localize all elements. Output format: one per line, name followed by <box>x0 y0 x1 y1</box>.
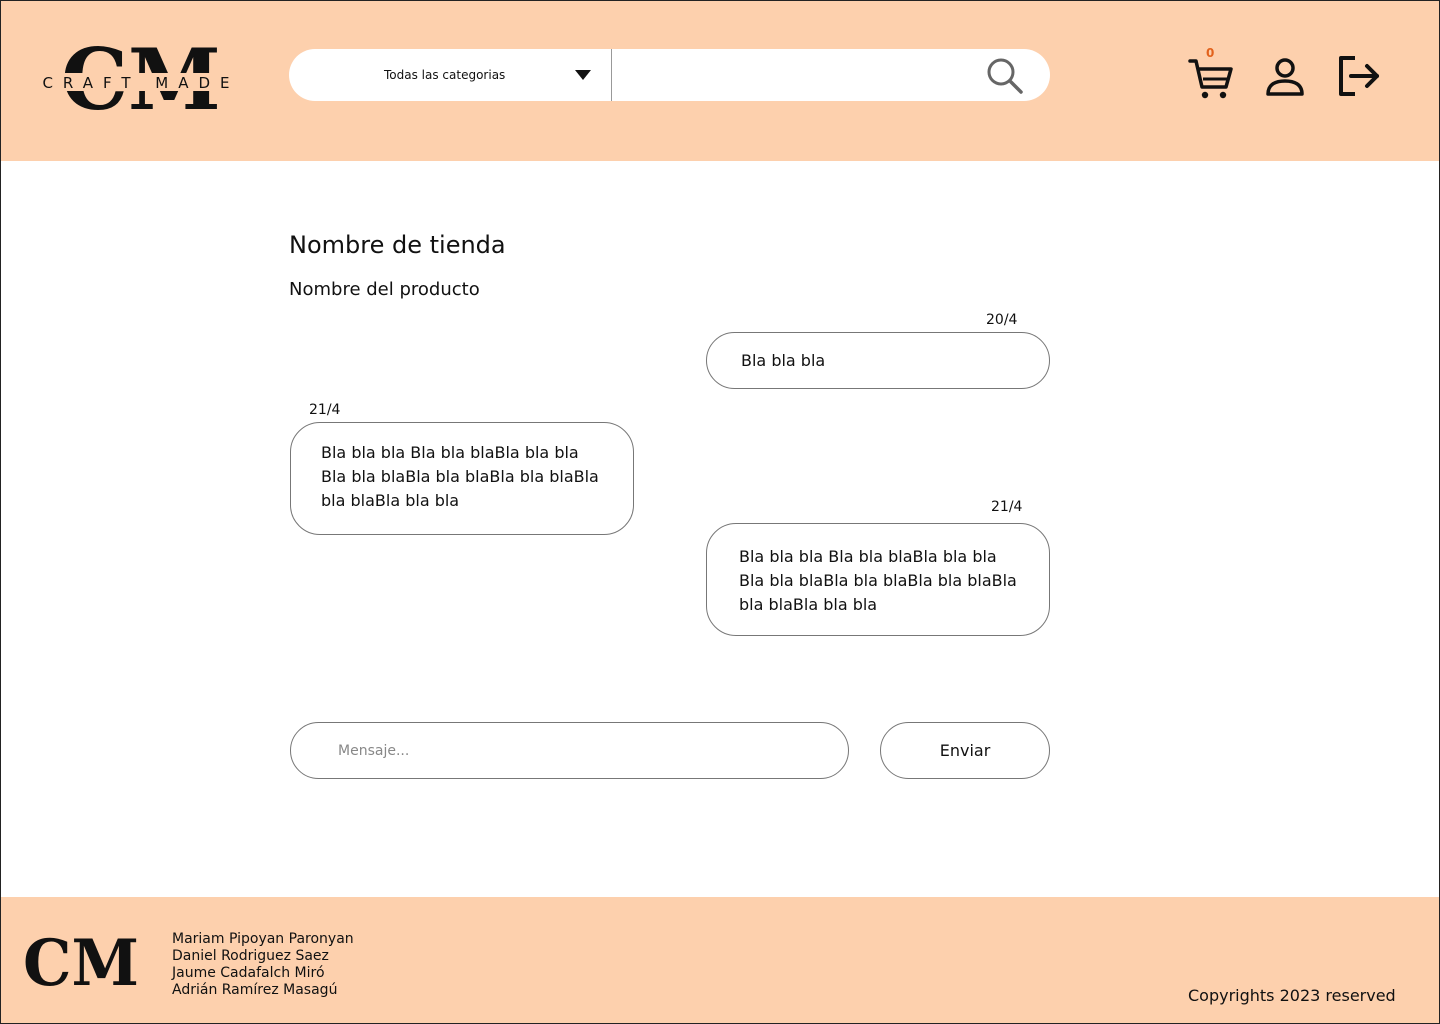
search-bar: Todas las categorias <box>289 49 1050 101</box>
send-button[interactable]: Enviar <box>880 722 1050 779</box>
logo-graphic: CM CRAFT MADE <box>41 30 241 129</box>
footer-logo: CM <box>23 926 143 1001</box>
logout-icon[interactable] <box>1337 55 1381 97</box>
search-icon[interactable] <box>986 57 1024 95</box>
message-bubble-incoming: Bla bla bla Bla bla blaBla bla bla Bla b… <box>290 422 634 535</box>
authors-list: Mariam Pipoyan Paronyan Daniel Rodriguez… <box>172 931 354 999</box>
cart-count-badge: 0 <box>1206 46 1215 60</box>
user-icon[interactable] <box>1264 57 1306 97</box>
logo-text: CRAFT MADE <box>42 74 239 92</box>
caret-down-icon <box>575 70 591 80</box>
footer: CM Mariam Pipoyan Paronyan Daniel Rodrig… <box>1 897 1439 1023</box>
footer-logo-mark: CM <box>23 933 139 991</box>
store-name: Nombre de tienda <box>289 231 506 259</box>
craft-made-logo[interactable]: CM CRAFT MADE <box>41 30 241 129</box>
message-date: 21/4 <box>991 499 1023 515</box>
category-select-label: Todas las categorias <box>384 68 506 82</box>
message-input[interactable] <box>290 722 849 779</box>
message-bubble-outgoing: Bla bla bla Bla bla blaBla bla bla Bla b… <box>706 523 1050 636</box>
message-date: 20/4 <box>986 312 1018 328</box>
author-name: Jaume Cadafalch Miró <box>172 965 325 981</box>
copyright-text: Copyrights 2023 reserved <box>1188 986 1396 1005</box>
search-input[interactable] <box>612 49 1050 101</box>
product-name: Nombre del producto <box>289 279 480 300</box>
header: CM CRAFT MADE Todas las categorias 0 <box>1 1 1439 161</box>
author-name: Daniel Rodriguez Saez <box>172 948 329 964</box>
category-select[interactable]: Todas las categorias <box>289 49 612 101</box>
author-name: Adrián Ramírez Masagú <box>172 982 338 998</box>
author-name: Mariam Pipoyan Paronyan <box>172 931 354 947</box>
cart-icon[interactable] <box>1187 53 1235 101</box>
message-bubble-outgoing: Bla bla bla <box>706 332 1050 389</box>
message-date: 21/4 <box>309 402 341 418</box>
